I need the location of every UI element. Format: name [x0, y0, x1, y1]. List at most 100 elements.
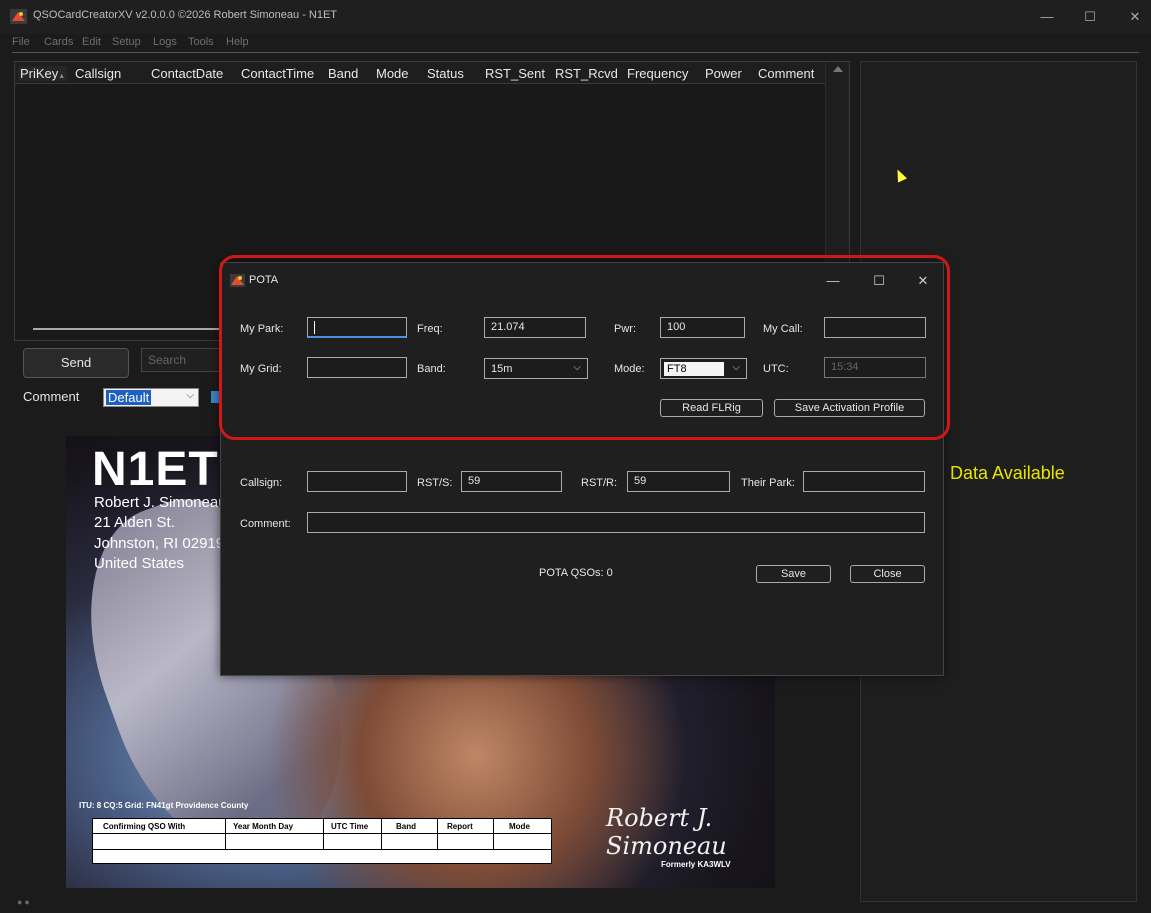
comment-input[interactable]	[307, 512, 925, 533]
utc-label: UTC:	[763, 363, 789, 375]
my-park-label: My Park:	[240, 323, 284, 335]
column-status[interactable]: Status	[427, 66, 464, 81]
freq-label: Freq:	[417, 323, 443, 335]
pota-dialog: POTA — ☐ ✕ My Park: Freq: 21.074 Pwr: 10…	[220, 262, 944, 676]
grid-header: PriKey▲ Callsign ContactDate ContactTime…	[15, 62, 827, 84]
card-city: Johnston, RI 02919	[94, 535, 225, 552]
qso-col-date: Year Month Day	[233, 822, 294, 831]
sort-asc-icon: ▲	[58, 73, 66, 80]
column-frequency[interactable]: Frequency	[627, 66, 688, 81]
chevron-down-icon: ⌵	[573, 362, 581, 373]
search-input[interactable]: Search	[141, 348, 231, 372]
card-street: 21 Alden St.	[94, 514, 175, 531]
callsign-label: Callsign:	[240, 477, 283, 489]
rst-s-label: RST/S:	[417, 477, 453, 489]
my-call-input[interactable]	[824, 317, 926, 338]
utc-input[interactable]: 15:34	[824, 357, 926, 378]
card-country: United States	[94, 555, 185, 572]
read-flrig-button[interactable]: Read FLRig	[660, 399, 763, 417]
band-select-value: 15m	[488, 362, 550, 376]
qso-col-band: Band	[396, 822, 416, 831]
rst-r-label: RST/R:	[581, 477, 618, 489]
save-activation-profile-button[interactable]: Save Activation Profile	[774, 399, 925, 417]
callsign-input[interactable]	[307, 471, 407, 492]
mode-select[interactable]: FT8 ⌵	[660, 358, 747, 379]
table-divider	[493, 819, 494, 849]
card-name: Robert J. Simoneau	[94, 494, 227, 511]
card-location: ITU: 8 CQ:5 Grid: FN41gt Providence Coun…	[79, 801, 249, 810]
grid-horizontal-scrollbar[interactable]	[33, 328, 233, 330]
pwr-label: Pwr:	[614, 323, 636, 335]
card-signature: Robert J. Simoneau	[606, 804, 727, 860]
their-park-input[interactable]	[803, 471, 925, 492]
status-dots: ●●	[17, 897, 32, 907]
pota-maximize-button[interactable]: ☐	[869, 271, 889, 291]
chevron-down-icon: ⌵	[186, 390, 194, 401]
pwr-input[interactable]: 100	[660, 317, 745, 338]
my-call-label: My Call:	[763, 323, 803, 335]
close-button[interactable]: Close	[850, 565, 925, 583]
mode-label: Mode:	[614, 363, 645, 375]
rst-r-input[interactable]: 59	[627, 471, 730, 492]
table-divider	[381, 819, 382, 849]
menu-logs[interactable]: Logs	[153, 36, 177, 48]
card-callsign: N1ET	[92, 443, 219, 496]
table-divider	[437, 819, 438, 849]
my-grid-label: My Grid:	[240, 363, 282, 375]
menu-help[interactable]: Help	[226, 36, 249, 48]
my-grid-input[interactable]	[307, 357, 407, 378]
menu-file[interactable]: File	[12, 36, 30, 48]
my-park-input[interactable]	[307, 317, 407, 338]
pota-minimize-button[interactable]: —	[823, 271, 843, 291]
comment-label: Comment	[23, 389, 80, 404]
scroll-up-icon[interactable]	[833, 66, 843, 72]
chevron-down-icon: ⌵	[732, 362, 740, 373]
menu-divider	[12, 52, 1139, 53]
table-divider	[93, 833, 551, 834]
text-caret	[314, 321, 315, 334]
column-mode[interactable]: Mode	[376, 66, 409, 81]
save-button[interactable]: Save	[756, 565, 831, 583]
pota-close-icon[interactable]: ✕	[913, 271, 933, 291]
column-comment[interactable]: Comment	[758, 66, 814, 81]
qso-col-report: Report	[447, 822, 473, 831]
menu-bar: File Cards Edit Setup Logs Tools Help	[0, 34, 1151, 52]
qso-col-with: Confirming QSO With	[103, 822, 186, 831]
freq-input[interactable]: 21.074	[484, 317, 586, 338]
pota-logo-icon	[230, 274, 245, 287]
column-callsign[interactable]: Callsign	[75, 66, 121, 81]
card-qso-table: Confirming QSO With Year Month Day UTC T…	[92, 818, 552, 864]
send-button[interactable]: Send	[23, 348, 129, 378]
close-button[interactable]: ✕	[1124, 6, 1146, 28]
qso-col-mode: Mode	[509, 822, 530, 831]
mode-select-value: FT8	[664, 362, 724, 376]
column-contactdate[interactable]: ContactDate	[151, 66, 223, 81]
pota-qso-count: POTA QSOs: 0	[539, 567, 613, 579]
band-select[interactable]: 15m ⌵	[484, 358, 588, 379]
checkbox[interactable]	[211, 391, 219, 403]
app-title: QSOCardCreatorXV v2.0.0.0 ©2026 Robert S…	[33, 9, 338, 21]
menu-setup[interactable]: Setup	[112, 36, 141, 48]
title-bar: QSOCardCreatorXV v2.0.0.0 ©2026 Robert S…	[0, 0, 1151, 34]
app-logo-icon	[10, 9, 27, 24]
maximize-button[interactable]: ☐	[1079, 6, 1101, 28]
no-data-message: Data Available	[950, 463, 1065, 483]
comment-select-value: Default	[106, 390, 152, 405]
pota-title: POTA	[249, 274, 279, 286]
their-park-label: Their Park:	[741, 477, 795, 489]
menu-cards[interactable]: Cards	[44, 36, 73, 48]
column-contacttime[interactable]: ContactTime	[241, 66, 314, 81]
card-formerly: Formerly KA3WLV	[661, 860, 731, 869]
minimize-button[interactable]: —	[1036, 6, 1058, 28]
menu-edit[interactable]: Edit	[82, 36, 101, 48]
rst-s-input[interactable]: 59	[461, 471, 562, 492]
qso-col-time: UTC Time	[331, 822, 369, 831]
column-rst-sent[interactable]: RST_Sent	[485, 66, 545, 81]
comment-select[interactable]: Default ⌵	[103, 388, 199, 407]
table-divider	[323, 819, 324, 849]
menu-tools[interactable]: Tools	[188, 36, 214, 48]
column-power[interactable]: Power	[705, 66, 742, 81]
column-band[interactable]: Band	[328, 66, 358, 81]
column-prikey[interactable]: PriKey▲	[18, 66, 68, 81]
column-rst-rcvd[interactable]: RST_Rcvd	[555, 66, 618, 81]
